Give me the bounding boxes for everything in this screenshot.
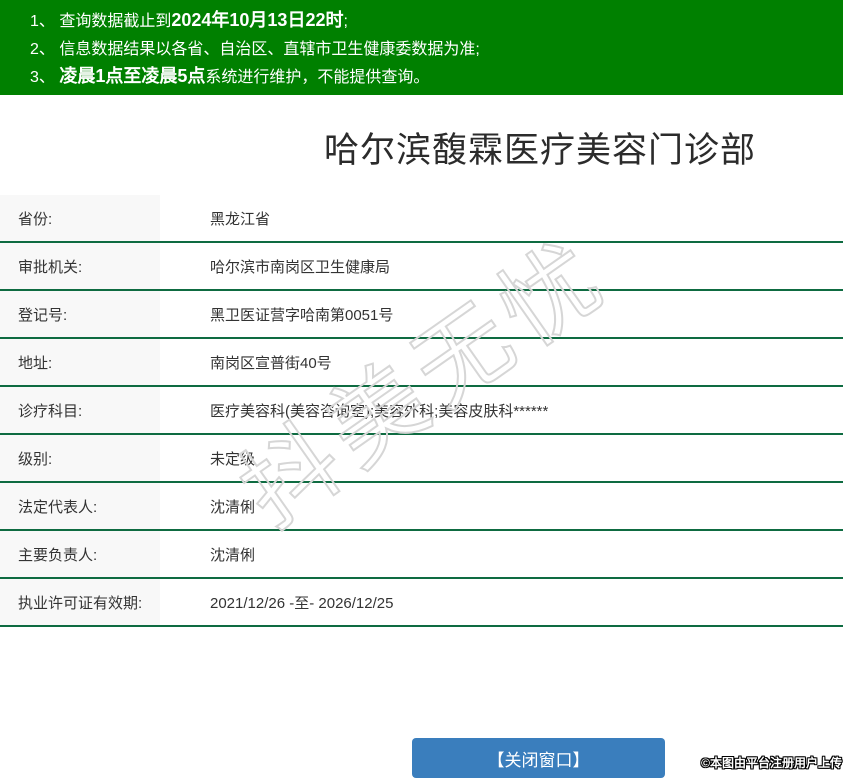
table-row-province: 省份: 黑龙江省 <box>0 195 843 243</box>
table-row-level: 级别: 未定级 <box>0 435 843 483</box>
row-label: 法定代表人: <box>0 483 160 529</box>
row-label: 级别: <box>0 435 160 481</box>
row-label: 登记号: <box>0 291 160 337</box>
row-value: 黑卫医证营字哈南第0051号 <box>210 306 394 324</box>
notice-line-1-bold: 2024年10月13日22时 <box>171 10 344 30</box>
row-label: 审批机关: <box>0 243 160 289</box>
row-label: 执业许可证有效期: <box>0 579 160 625</box>
close-window-button[interactable]: 【关闭窗口】 <box>412 738 665 778</box>
table-row-license-validity: 执业许可证有效期: 2021/12/26 -至- 2026/12/25 <box>0 579 843 627</box>
table-row-main-responsible-person: 主要负责人: 沈清俐 <box>0 531 843 579</box>
row-value: 未定级 <box>210 450 256 468</box>
row-label: 地址: <box>0 339 160 385</box>
table-row-medical-subjects: 诊疗科目: 医疗美容科(美容咨询室);美容外科;美容皮肤科****** <box>0 387 843 435</box>
notice-line-3-suffix: 系统进行维护，不能提供查询。 <box>205 69 430 86</box>
table-row-registration-number: 登记号: 黑卫医证营字哈南第0051号 <box>0 291 843 339</box>
notice-banner: 1、 查询数据截止到2024年10月13日22时; 2、 信息数据结果以各省、自… <box>0 0 843 95</box>
info-table: 省份: 黑龙江省 审批机关: 哈尔滨市南岗区卫生健康局 登记号: 黑卫医证营字哈… <box>0 195 843 627</box>
notice-line-2-prefix: 2、 信息数据结果以各省、自治区、直辖市卫生健康委数据为准; <box>30 41 480 58</box>
row-value: 2021/12/26 -至- 2026/12/25 <box>210 594 394 612</box>
table-row-approval-authority: 审批机关: 哈尔滨市南岗区卫生健康局 <box>0 243 843 291</box>
row-label: 诊疗科目: <box>0 387 160 433</box>
page-title: 哈尔滨馥霖医疗美容门诊部 <box>323 131 756 170</box>
row-value: 沈清俐 <box>210 546 256 564</box>
notice-line-2: 2、 信息数据结果以各省、自治区、直辖市卫生健康委数据为准; <box>30 35 843 63</box>
notice-line-1-suffix: ; <box>343 13 348 30</box>
table-row-address: 地址: 南岗区宣普街40号 <box>0 339 843 387</box>
row-value: 南岗区宣普街40号 <box>210 354 332 372</box>
row-value: 黑龙江省 <box>210 210 271 228</box>
attribution-text: ©本图由平台注册用户上传 <box>701 756 842 770</box>
row-value: 哈尔滨市南岗区卫生健康局 <box>210 258 391 276</box>
notice-line-1-prefix: 1、 查询数据截止到 <box>30 13 172 30</box>
row-label: 省份: <box>0 195 160 241</box>
table-row-legal-representative: 法定代表人: 沈清俐 <box>0 483 843 531</box>
notice-line-3-bold: 凌晨1点至凌晨5点 <box>59 66 206 86</box>
notice-line-1: 1、 查询数据截止到2024年10月13日22时; <box>30 7 843 35</box>
notice-line-3-prefix: 3、 <box>30 69 60 86</box>
row-value: 医疗美容科(美容咨询室);美容外科;美容皮肤科****** <box>210 402 549 420</box>
row-value: 沈清俐 <box>210 498 256 516</box>
notice-line-3: 3、 凌晨1点至凌晨5点系统进行维护，不能提供查询。 <box>30 63 843 91</box>
row-label: 主要负责人: <box>0 531 160 577</box>
